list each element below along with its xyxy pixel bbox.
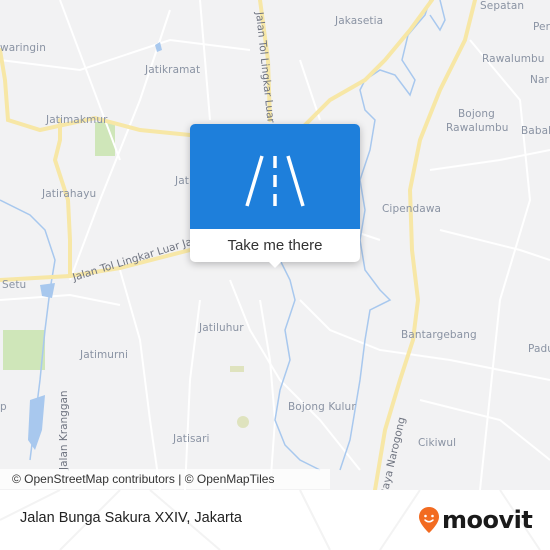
road-label: Jalan Kranggan bbox=[58, 390, 70, 470]
place-label: Jatisari bbox=[173, 433, 210, 445]
popup-pointer bbox=[267, 260, 283, 268]
address-label: Jalan Bunga Sakura XXIV, Jakarta bbox=[20, 510, 242, 526]
place-label: Jatiluhur bbox=[199, 322, 244, 334]
place-label: Jakasetia bbox=[335, 15, 384, 27]
place-label: Jatirahayu bbox=[42, 188, 97, 200]
place-label: Jatimurni bbox=[80, 349, 129, 361]
moovit-logo[interactable]: moovit bbox=[418, 503, 533, 537]
place-label: Cikiwul bbox=[418, 437, 457, 449]
place-label: Rawalumbu bbox=[482, 53, 545, 65]
place-label: Bojong bbox=[458, 108, 495, 120]
place-label: Jat bbox=[175, 175, 189, 187]
map[interactable]: Jakasetia Sepatan waringin Jatikramat Ra… bbox=[0, 0, 550, 490]
moovit-pin-icon bbox=[419, 507, 439, 533]
map-attribution[interactable]: © OpenStreetMap contributors | © OpenMap… bbox=[0, 469, 330, 489]
place-label: p bbox=[0, 401, 7, 413]
place-label: Jatikramat bbox=[145, 64, 201, 76]
park bbox=[237, 416, 249, 428]
park bbox=[3, 330, 45, 370]
place-label: Bojong Kulur bbox=[288, 401, 356, 413]
lake bbox=[28, 395, 45, 450]
road-icon bbox=[245, 155, 305, 207]
place-label: Cipendawa bbox=[382, 203, 442, 215]
place-label: Bantargebang bbox=[401, 329, 477, 341]
popup-header bbox=[190, 124, 360, 229]
location-popup: Take me there bbox=[190, 124, 360, 268]
place-label: Setu bbox=[2, 279, 27, 291]
place-label: Sepatan bbox=[480, 0, 525, 12]
place-label: Padu bbox=[528, 343, 550, 355]
place-label: Jatimakmur bbox=[46, 114, 108, 126]
place-label: Nar bbox=[530, 74, 549, 86]
place-label: Rawalumbu bbox=[446, 122, 509, 134]
place-label: waringin bbox=[0, 42, 46, 54]
footer: Jalan Bunga Sakura XXIV, Jakarta moovit bbox=[0, 490, 550, 550]
park bbox=[230, 366, 244, 372]
brand-name: moovit bbox=[442, 506, 533, 534]
place-label: Per bbox=[533, 21, 550, 33]
take-me-there-button[interactable]: Take me there bbox=[190, 229, 360, 262]
place-label: Babal bbox=[521, 125, 550, 137]
